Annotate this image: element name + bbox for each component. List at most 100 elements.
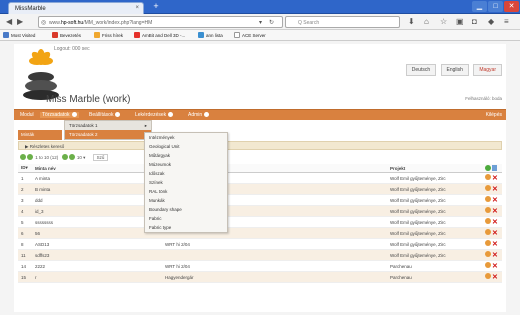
- prev-page-icon[interactable]: [27, 154, 33, 160]
- close-window-icon[interactable]: ✕: [504, 1, 519, 12]
- menu-item-torzsadatok[interactable]: Törzsadatok: [40, 112, 79, 118]
- cell-actions: ✕: [482, 194, 502, 206]
- per-page-select[interactable]: 10: [77, 155, 82, 160]
- lang-magyar-button[interactable]: Magyar: [473, 64, 502, 76]
- menu-icon[interactable]: ≡: [504, 17, 509, 27]
- cell-name: ddd: [32, 194, 162, 206]
- cell-actions: ✕: [482, 205, 502, 217]
- minimize-icon[interactable]: ▁: [472, 1, 487, 12]
- filter-input[interactable]: Szű: [92, 154, 109, 161]
- submenu-item[interactable]: Fabric type: [145, 223, 227, 232]
- submenu-item[interactable]: Munkák: [145, 196, 227, 205]
- delete-icon[interactable]: ✕: [492, 219, 498, 226]
- edit-icon[interactable]: [485, 273, 491, 279]
- close-icon[interactable]: ×: [135, 5, 139, 11]
- delete-icon[interactable]: ✕: [492, 252, 498, 259]
- menu-item-admin[interactable]: Admin: [188, 112, 210, 118]
- navigation-bar: ◀ ▶ ◎ www.hp-soft.hu/MM_work/index.php?l…: [0, 14, 520, 30]
- delete-icon[interactable]: ✕: [492, 197, 498, 204]
- submenu-item[interactable]: RAL tönk: [145, 187, 227, 196]
- url-bar[interactable]: ◎ www.hp-soft.hu/MM_work/index.php?lang=…: [38, 16, 283, 28]
- delete-icon[interactable]: ✕: [492, 208, 498, 215]
- home-icon[interactable]: ⌂: [424, 17, 429, 27]
- extension-icon[interactable]: ◆: [488, 17, 494, 27]
- detailed-search-header[interactable]: ▶ Részletes kereső: [18, 141, 502, 150]
- delete-icon[interactable]: ✕: [492, 241, 498, 248]
- submenu-item[interactable]: Fabric: [145, 214, 227, 223]
- pocket-icon[interactable]: ◘: [472, 17, 477, 27]
- menu-item-modul[interactable]: Modul: [20, 112, 34, 118]
- edit-icon[interactable]: [485, 262, 491, 268]
- table-row[interactable]: 2B minta Wolf Emil gyűjteménye, Zirc ✕: [18, 183, 502, 195]
- edit-icon[interactable]: [485, 218, 491, 224]
- reload-icon[interactable]: ↻: [269, 18, 274, 28]
- delete-icon[interactable]: ✕: [492, 186, 498, 193]
- submenu-item[interactable]: Boundary shape: [145, 205, 227, 214]
- submenu-item[interactable]: Intézmények: [145, 133, 227, 142]
- table-row[interactable]: 14 2222 WRT hi 2/04 Parchenau ✕: [18, 260, 502, 272]
- lang-english-button[interactable]: English: [440, 64, 469, 76]
- download-icon[interactable]: ⬇: [408, 17, 415, 27]
- last-page-icon[interactable]: [68, 154, 75, 160]
- lang-deutsch-button[interactable]: Deutsch: [405, 64, 437, 76]
- add-icon[interactable]: [485, 165, 491, 171]
- submenu-item[interactable]: Műtárgyak: [145, 151, 227, 160]
- browser-tab[interactable]: MissMarble ×: [8, 2, 144, 14]
- edit-icon[interactable]: [485, 207, 491, 213]
- submenu-item[interactable]: Időszak: [145, 169, 227, 178]
- table-row[interactable]: 3 ddd Wolf Emil gyűjteménye, Zirc ✕: [18, 194, 502, 206]
- next-page-icon[interactable]: [61, 154, 68, 160]
- forward-icon[interactable]: ▶: [17, 17, 23, 27]
- edit-icon[interactable]: [485, 240, 491, 246]
- submenu-item[interactable]: Múzeumok: [145, 160, 227, 169]
- maximize-icon[interactable]: □: [488, 1, 503, 12]
- table-row[interactable]: 15 r Hagyendergár Parchenau ✕: [18, 271, 502, 283]
- cell-project: Wolf Emil gyűjteménye, Zirc: [387, 194, 482, 206]
- first-page-icon[interactable]: [20, 154, 26, 160]
- edit-icon[interactable]: [485, 251, 491, 257]
- menu-item-beallitasok[interactable]: Beállítások: [89, 112, 121, 118]
- section-tab[interactable]: Minták: [18, 130, 62, 140]
- language-switcher: Deutsch English Magyar: [403, 64, 502, 76]
- cell-name: 2222: [32, 260, 162, 272]
- bookmark-item[interactable]: Most Visited: [3, 32, 35, 38]
- column-header-name[interactable]: Minta név: [32, 164, 162, 173]
- delete-icon[interactable]: ✕: [492, 274, 498, 281]
- table-row[interactable]: 6 56 Wolf Emil gyűjteménye, Zirc ✕: [18, 227, 502, 239]
- new-tab-button[interactable]: +: [148, 2, 164, 12]
- search-input[interactable]: Q Search: [285, 16, 400, 28]
- back-icon[interactable]: ◀: [6, 17, 12, 27]
- menu-item-lekerdezesek[interactable]: Lekérdezések: [135, 112, 174, 118]
- edit-icon[interactable]: [485, 196, 491, 202]
- bookmark-item[interactable]: AmBit and Dell 3D -...: [134, 32, 185, 38]
- bookmark-item[interactable]: ACE Server: [234, 32, 266, 38]
- table-row[interactable]: 1A minta Wolf Emil gyűjteménye, Zirc ✕: [18, 172, 502, 184]
- submenu-item[interactable]: Geological Unit: [145, 142, 227, 151]
- table-row[interactable]: 5 ssssssss Wolf Emil gyűjteménye, Zirc ✕: [18, 216, 502, 228]
- dropdown-icon[interactable]: ▾: [259, 18, 262, 28]
- logout-button[interactable]: Kilépés: [486, 112, 502, 118]
- export-icon[interactable]: [492, 165, 497, 171]
- column-header-id[interactable]: ID▾: [18, 164, 32, 173]
- edit-icon[interactable]: [485, 174, 491, 180]
- submenu-item-torzsadatok-2[interactable]: Törzsadatok 2 ▸: [65, 130, 151, 139]
- submenu-item[interactable]: Színek: [145, 178, 227, 187]
- edit-icon[interactable]: [485, 185, 491, 191]
- bookmark-item[interactable]: Bevezetés: [52, 32, 81, 38]
- table-row[interactable]: 4 id_3 Wolf Emil gyűjteménye, Zirc ✕: [18, 205, 502, 217]
- table-row[interactable]: 11 sdffs23 Wolf Emil gyűjteménye, Zirc ✕: [18, 249, 502, 261]
- submenu-item-torzsadatok-1[interactable]: Törzsadatok 1 ▸: [65, 121, 151, 130]
- cell-name: id_3: [32, 205, 162, 217]
- bookmark-item[interactable]: Friss hírek: [94, 32, 123, 38]
- table-row[interactable]: 8 ASD13 WRT hi 2/04 Wolf Emil gyűjteménye, …: [18, 238, 502, 250]
- cell-project: Parchenau: [387, 260, 482, 272]
- column-header-project[interactable]: Projekt: [387, 164, 482, 173]
- bookmark-item[interactable]: ann lista: [198, 32, 223, 38]
- library-icon[interactable]: ▣: [456, 17, 464, 27]
- delete-icon[interactable]: ✕: [492, 175, 498, 182]
- bookmark-star-icon[interactable]: ☆: [440, 17, 447, 27]
- delete-icon[interactable]: ✕: [492, 230, 498, 237]
- delete-icon[interactable]: ✕: [492, 263, 498, 270]
- edit-icon[interactable]: [485, 229, 491, 235]
- page-title: Miss Marble (work): [46, 94, 131, 105]
